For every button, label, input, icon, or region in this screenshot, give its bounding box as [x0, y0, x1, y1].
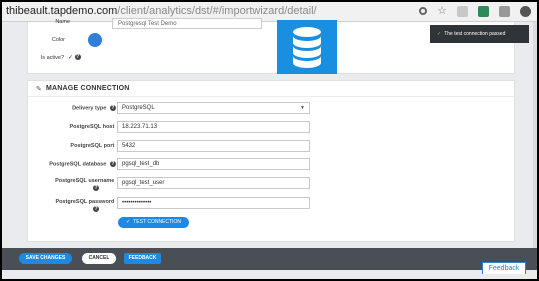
- success-toast: ✓ The test connection passed: [430, 25, 529, 43]
- label-text: Delivery type: [72, 105, 107, 112]
- help-icon[interactable]: ?: [74, 54, 81, 61]
- chevron-down-icon: ▼: [300, 105, 305, 111]
- test-connection-button[interactable]: ✓ TEST CONNECTION: [118, 217, 189, 228]
- url-text[interactable]: thibeault.tapdemo.com/client/analytics/d…: [6, 5, 317, 17]
- star-icon[interactable]: ☆: [437, 6, 447, 17]
- color-label: Color: [51, 37, 65, 43]
- database-icon: [293, 27, 321, 68]
- label-text: PostgreSQL password: [55, 199, 115, 205]
- name-input[interactable]: Postgresql Test Demo: [112, 18, 262, 29]
- label-text: PostgreSQL username: [55, 178, 115, 184]
- database-logo: [277, 20, 337, 74]
- manage-connection-card: ✎ MANAGE CONNECTION Delivery type ?* Pos…: [27, 80, 515, 242]
- port-input[interactable]: 5432: [117, 140, 310, 152]
- save-changes-button[interactable]: SAVE CHANGES: [19, 253, 72, 264]
- database-label: PostgreSQL database ?*: [49, 161, 119, 167]
- database-input[interactable]: pgsql_test_db: [117, 158, 310, 170]
- select-value: PostgreSQL: [122, 105, 155, 111]
- check-icon: ✓: [437, 31, 442, 37]
- check-icon: ✓: [68, 55, 74, 61]
- label-text: PostgreSQL database: [49, 161, 107, 168]
- help-icon[interactable]: ?: [109, 105, 116, 111]
- plug-icon: ✎: [36, 86, 42, 93]
- url-path: /client/analytics/dst/#/importwizard/det…: [117, 5, 317, 17]
- name-label: Name: [55, 19, 70, 25]
- card-header: ✎ MANAGE CONNECTION: [28, 81, 514, 97]
- help-icon[interactable]: ?: [93, 206, 99, 212]
- feedback-button[interactable]: FEEDBACK: [124, 253, 161, 264]
- active-label: Is active?: [40, 55, 64, 61]
- username-label: PostgreSQL username *: [55, 178, 119, 184]
- extension-icon[interactable]: [520, 6, 531, 17]
- browser-address-bar[interactable]: thibeault.tapdemo.com/client/analytics/d…: [2, 2, 537, 22]
- delivery-type-label: Delivery type ?*: [72, 105, 119, 111]
- host-label: PostgreSQL host *: [70, 124, 120, 130]
- check-icon: ✓: [126, 219, 131, 225]
- help-icon[interactable]: ?: [109, 161, 116, 167]
- color-picker[interactable]: [88, 33, 102, 47]
- label-text: PostgreSQL port: [70, 143, 115, 149]
- label-text: PostgreSQL host: [69, 124, 115, 130]
- delivery-type-select[interactable]: PostgreSQL ▼: [117, 102, 310, 114]
- toast-message: The test connection passed: [444, 31, 506, 37]
- browser-extension-icons: ☆: [419, 6, 531, 17]
- section-title: MANAGE CONNECTION: [46, 85, 130, 92]
- button-label: TEST CONNECTION: [133, 219, 181, 225]
- action-bar: SAVE CHANGES CANCEL FEEDBACK: [2, 248, 537, 270]
- extension-icon[interactable]: [478, 6, 489, 17]
- username-input[interactable]: pgsql_test_user: [117, 177, 310, 189]
- cancel-button[interactable]: CANCEL: [82, 253, 116, 264]
- feedback-tab[interactable]: Feedback: [482, 262, 526, 274]
- password-input[interactable]: ••••••••••••••: [117, 197, 310, 209]
- app-screen: thibeault.tapdemo.com/client/analytics/d…: [2, 2, 537, 279]
- password-label: PostgreSQL password *: [55, 199, 119, 205]
- help-icon[interactable]: ?: [93, 185, 99, 191]
- scrollbar[interactable]: [533, 22, 537, 248]
- key-icon[interactable]: [419, 7, 428, 15]
- port-label: PostgreSQL port *: [70, 143, 119, 149]
- host-input[interactable]: 18.223.71.13: [117, 121, 310, 133]
- extension-icon[interactable]: [457, 6, 468, 17]
- url-host: thibeault.tapdemo.com: [6, 5, 118, 17]
- active-checkbox[interactable]: ✓ ?: [68, 54, 81, 61]
- extension-icon[interactable]: [499, 6, 510, 17]
